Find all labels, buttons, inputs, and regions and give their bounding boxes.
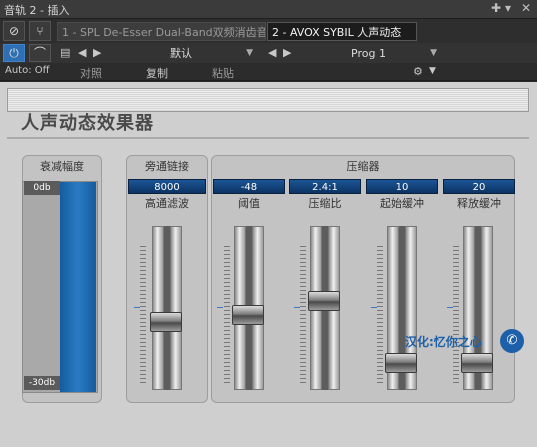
- meter-bar: [60, 182, 96, 392]
- threshold-label: 阈值: [238, 197, 260, 210]
- gear-icon[interactable]: ⚙: [413, 65, 423, 78]
- power-icon[interactable]: ⏻: [3, 44, 25, 62]
- copy-button[interactable]: 复制: [146, 65, 168, 81]
- threshold-value[interactable]: -48: [213, 179, 285, 194]
- ratio-fader[interactable]: [306, 226, 342, 390]
- tab-avox-sybil[interactable]: 2 - AVOX SYBIL 人声动态: [267, 22, 417, 41]
- meter-bottom-label: -30db: [24, 376, 60, 390]
- routing-icon[interactable]: ⑂: [29, 21, 51, 41]
- threshold-fader[interactable]: [230, 226, 266, 390]
- preset-value: 默认: [170, 47, 192, 60]
- attack-value[interactable]: 10: [366, 179, 438, 194]
- control-row: Auto: Off 对照 复制 粘贴 ⚙ ▼: [0, 63, 537, 81]
- fader-knob[interactable]: [150, 312, 182, 332]
- chevron-down-icon: ▼: [430, 48, 437, 58]
- fader-knob[interactable]: [232, 305, 264, 325]
- scale-marker: [447, 307, 453, 308]
- fader-knob[interactable]: [385, 353, 417, 373]
- next-preset-icon[interactable]: ▶: [93, 46, 101, 59]
- plugin-tab-row: ⊘ ⑂ 1 - SPL De-Esser Dual-Band双频消齿音 2 - …: [0, 19, 537, 43]
- tab-spl-de-esser[interactable]: 1 - SPL De-Esser Dual-Band双频消齿音: [57, 22, 266, 41]
- preset-dropdown[interactable]: 默认 ▼: [105, 45, 257, 62]
- prev-preset-icon[interactable]: ◀: [78, 46, 86, 59]
- release-value[interactable]: 20: [443, 179, 515, 194]
- meter-top-label: 0db: [24, 181, 60, 195]
- next-program-icon[interactable]: ▶: [283, 46, 291, 59]
- pin-icon[interactable]: ✚: [491, 1, 501, 15]
- program-value: Prog 1: [351, 47, 386, 60]
- ratio-label: 压缩比: [308, 197, 342, 210]
- expand-icon[interactable]: ▾: [505, 1, 511, 15]
- meter-title: 衰减幅度: [40, 160, 84, 173]
- attack-fader[interactable]: [383, 226, 419, 390]
- highpass-value[interactable]: 8000: [128, 179, 206, 194]
- scale-marker: [217, 307, 223, 308]
- release-label: 释放缓冲: [457, 197, 501, 210]
- translation-credit: 汉化:忆你之心: [405, 335, 482, 349]
- scale-marker: [134, 307, 140, 308]
- preset-row: ⏻ ⌒ ▤ ◀ ▶ 默认 ▼ ◀ ▶ Prog 1 ▼: [0, 43, 537, 63]
- paste-button[interactable]: 粘贴: [212, 65, 234, 81]
- window-titlebar: 音轨 2 - 插入 ✚ ▾ ✕: [0, 0, 537, 19]
- close-icon[interactable]: ✕: [521, 1, 531, 15]
- scale-marker: [371, 307, 377, 308]
- highpass-label: 高通滤波: [145, 197, 189, 210]
- program-dropdown[interactable]: Prog 1 ▼: [296, 45, 441, 62]
- attack-label: 起始缓冲: [380, 197, 424, 210]
- highpass-fader[interactable]: [148, 226, 184, 390]
- logo-icon: ✆: [500, 329, 524, 353]
- scale-marker: [294, 307, 300, 308]
- listen-icon[interactable]: ⌒: [29, 44, 51, 62]
- sidechain-title: 旁通链接: [145, 160, 189, 173]
- compressor-title: 压缩器: [346, 160, 380, 173]
- prev-program-icon[interactable]: ◀: [268, 46, 276, 59]
- fader-scale: [140, 246, 146, 386]
- plugin-title: 人声动态效果器: [21, 113, 154, 134]
- fader-knob[interactable]: [461, 353, 493, 373]
- compare-button[interactable]: 对照: [80, 65, 102, 81]
- chevron-down-icon[interactable]: ▼: [429, 66, 436, 76]
- window-title: 音轨 2 - 插入: [4, 4, 70, 17]
- fader-knob[interactable]: [308, 291, 340, 311]
- divider: [7, 137, 529, 139]
- chevron-down-icon: ▼: [246, 48, 253, 58]
- preset-list-icon[interactable]: ▤: [60, 46, 70, 59]
- bypass-icon[interactable]: ⊘: [3, 21, 25, 41]
- ratio-value[interactable]: 2.4:1: [289, 179, 361, 194]
- release-fader[interactable]: [459, 226, 495, 390]
- automation-status[interactable]: Auto: Off: [5, 65, 50, 76]
